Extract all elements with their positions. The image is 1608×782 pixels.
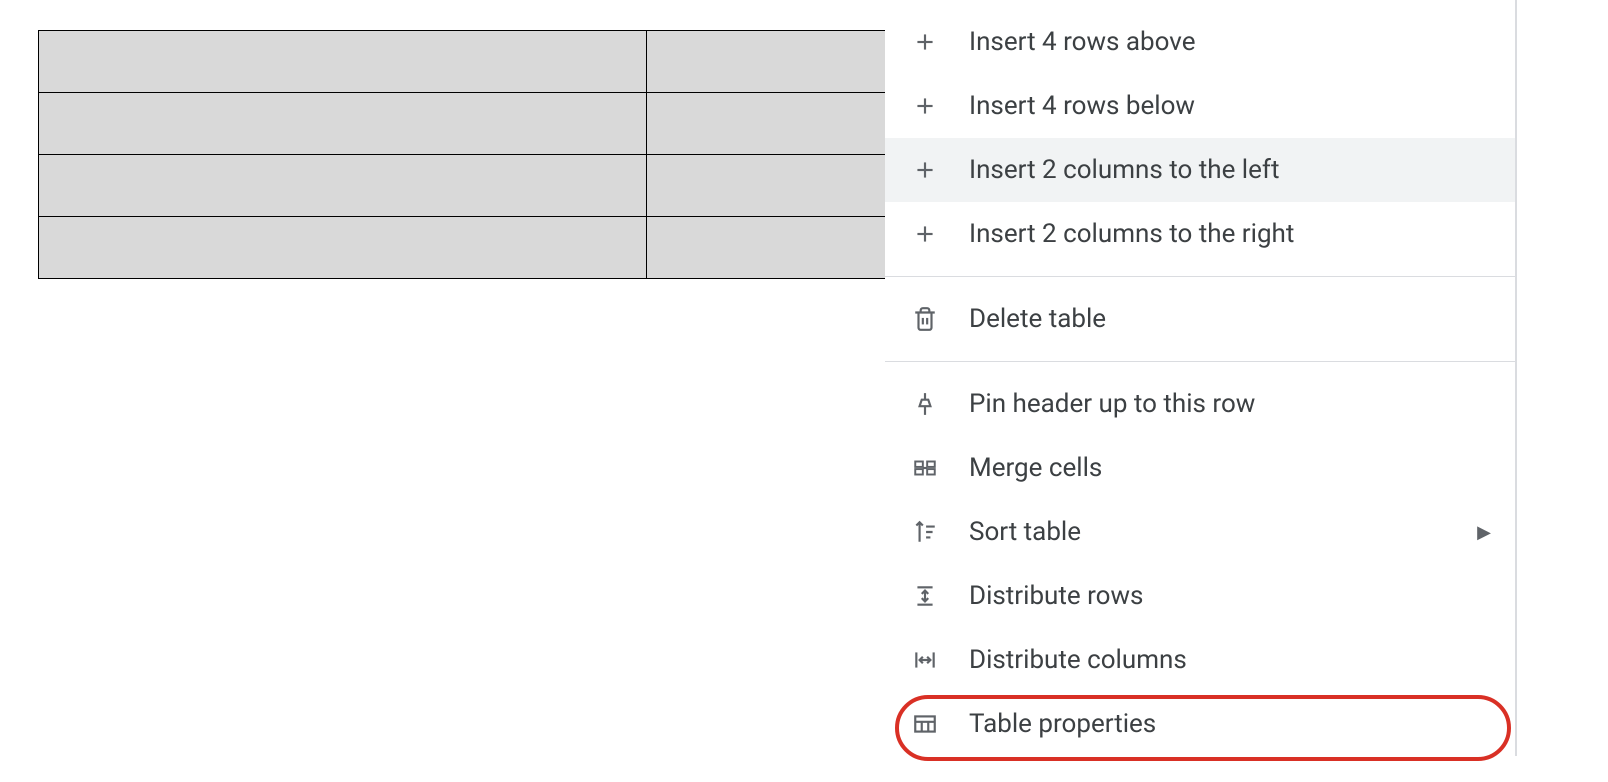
menu-insert-rows-below[interactable]: Insert 4 rows below [885, 74, 1515, 138]
menu-distribute-rows[interactable]: Distribute rows [885, 564, 1515, 628]
merge-icon [909, 452, 941, 484]
plus-icon [909, 26, 941, 58]
menu-divider [885, 276, 1515, 277]
menu-insert-columns-left[interactable]: Insert 2 columns to the left [885, 138, 1515, 202]
menu-item-label: Insert 4 rows below [969, 91, 1491, 121]
table-cell[interactable] [647, 217, 887, 279]
menu-distribute-columns[interactable]: Distribute columns [885, 628, 1515, 692]
table-row[interactable] [39, 155, 887, 217]
table-cell[interactable] [647, 93, 887, 155]
table-cell[interactable] [39, 155, 647, 217]
menu-item-label: Insert 4 rows above [969, 27, 1491, 57]
menu-divider [885, 361, 1515, 362]
table-cell[interactable] [647, 155, 887, 217]
menu-insert-columns-right[interactable]: Insert 2 columns to the right [885, 202, 1515, 266]
table-row[interactable] [39, 31, 887, 93]
menu-table-properties[interactable]: Table properties [885, 692, 1515, 756]
table-cell[interactable] [39, 31, 647, 93]
menu-delete-table[interactable]: Delete table [885, 287, 1515, 351]
menu-pin-header[interactable]: Pin header up to this row [885, 372, 1515, 436]
menu-item-label: Distribute columns [969, 645, 1491, 675]
table-cell[interactable] [39, 93, 647, 155]
menu-item-label: Table properties [969, 709, 1491, 739]
menu-item-label: Distribute rows [969, 581, 1491, 611]
menu-item-label: Sort table [969, 517, 1477, 547]
plus-icon [909, 218, 941, 250]
table-context-menu: Insert 4 rows above Insert 4 rows below … [885, 0, 1517, 756]
table-cell[interactable] [39, 217, 647, 279]
plus-icon [909, 154, 941, 186]
selected-table[interactable] [38, 30, 887, 279]
menu-sort-table[interactable]: Sort table ▶ [885, 500, 1515, 564]
menu-merge-cells[interactable]: Merge cells [885, 436, 1515, 500]
sort-icon [909, 516, 941, 548]
chevron-right-icon: ▶ [1477, 522, 1491, 543]
table-properties-icon [909, 708, 941, 740]
menu-item-label: Insert 2 columns to the right [969, 219, 1491, 249]
distribute-rows-icon [909, 580, 941, 612]
menu-insert-rows-above[interactable]: Insert 4 rows above [885, 10, 1515, 74]
table-row[interactable] [39, 217, 887, 279]
pin-icon [909, 388, 941, 420]
distribute-columns-icon [909, 644, 941, 676]
menu-item-label: Delete table [969, 304, 1491, 334]
menu-item-label: Pin header up to this row [969, 389, 1491, 419]
menu-item-label: Insert 2 columns to the left [969, 155, 1491, 185]
table-cell[interactable] [647, 31, 887, 93]
trash-icon [909, 303, 941, 335]
table-row[interactable] [39, 93, 887, 155]
plus-icon [909, 90, 941, 122]
menu-item-label: Merge cells [969, 453, 1491, 483]
